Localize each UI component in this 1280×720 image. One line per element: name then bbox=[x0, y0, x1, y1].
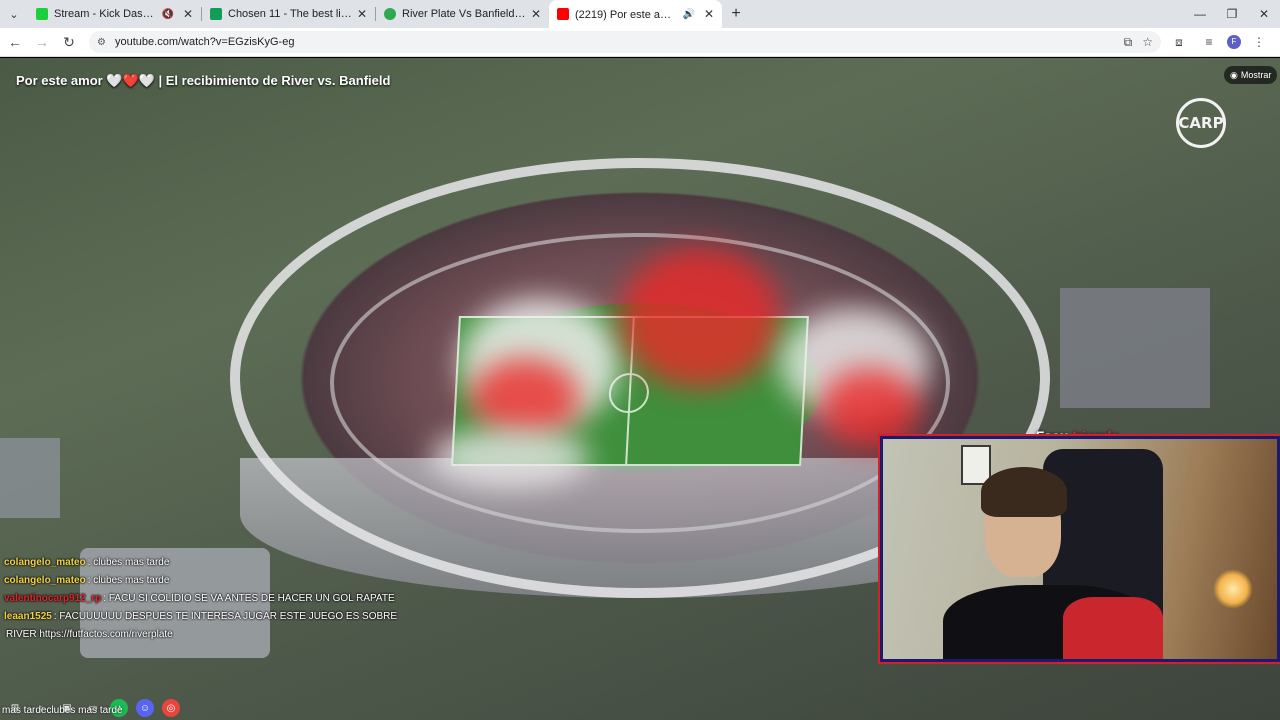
webcam-feed bbox=[878, 434, 1280, 664]
tab-chosen-11[interactable]: Chosen 11 - The best lineup builder ✕ bbox=[202, 0, 375, 28]
chat-username[interactable]: valentinocarp912_rp bbox=[4, 593, 101, 604]
address-bar[interactable]: ⚙ youtube.com/watch?v=EGzisKyG-eg ⧉ ☆ bbox=[89, 31, 1161, 53]
chat-message-text: : clubes mas tarde bbox=[87, 557, 170, 568]
bookmark-star-icon[interactable]: ☆ bbox=[1142, 35, 1153, 49]
chat-message-text: : FACUUUUUU DESPUES TE INTERESA JUGAR ES… bbox=[53, 611, 398, 622]
chat-message-text: RIVER https://futfactos.com/riverplate bbox=[6, 629, 173, 640]
tab-youtube-active[interactable]: (2219) Por este amor 🤍❤️ 🔊 ✕ bbox=[549, 0, 722, 28]
url-text[interactable]: youtube.com/watch?v=EGzisKyG-eg bbox=[115, 36, 1114, 48]
tab-search-dropdown-icon[interactable]: ⌄ bbox=[0, 0, 28, 28]
back-icon[interactable]: ← bbox=[3, 34, 27, 50]
chat-message: colangelo_mateo: clubes mas tarde bbox=[4, 572, 424, 590]
chat-message-text: : clubes mas tarde bbox=[87, 575, 170, 586]
chat-ticker-text: mas tardeclubes mas tarde bbox=[2, 705, 123, 716]
restore-icon[interactable]: ❐ bbox=[1216, 7, 1248, 21]
streamer-jersey bbox=[1063, 597, 1163, 659]
kick-favicon-icon bbox=[36, 8, 48, 20]
lamp-glow bbox=[1213, 569, 1253, 609]
chat-message: colangelo_mateo: clubes mas tarde bbox=[4, 554, 424, 572]
scene-building bbox=[0, 438, 60, 518]
taskbar: ⊞ ⌕ ▣ ▭ ♪ ☺ ◎ bbox=[0, 696, 880, 720]
tab-strip: ⌄ Stream - Kick Dashboard 🔇 ✕ Chosen 11 … bbox=[0, 0, 1280, 28]
close-tab-icon[interactable]: ✕ bbox=[704, 7, 714, 21]
chat-username[interactable]: colangelo_mateo bbox=[4, 557, 86, 568]
close-tab-icon[interactable]: ✕ bbox=[531, 7, 541, 21]
tab-title: Stream - Kick Dashboard bbox=[54, 8, 156, 20]
chosen11-favicon-icon bbox=[210, 8, 222, 20]
tab-title: (2219) Por este amor 🤍❤️ bbox=[575, 8, 678, 21]
channel-logo: CARP bbox=[1176, 98, 1226, 148]
audio-playing-icon[interactable]: 🔊 bbox=[682, 9, 694, 20]
menu-kebab-icon[interactable]: ⋮ bbox=[1247, 35, 1271, 49]
cast-icon[interactable]: ⧉ bbox=[1124, 35, 1133, 50]
streamer bbox=[943, 457, 1163, 659]
tab-kick-dashboard[interactable]: Stream - Kick Dashboard 🔇 ✕ bbox=[28, 0, 201, 28]
chat-message: RIVER https://futfactos.com/riverplate bbox=[4, 626, 424, 644]
media-controls-icon[interactable]: ≡ bbox=[1197, 35, 1221, 49]
white-smoke bbox=[430, 428, 590, 488]
mostrar-label: Mostrar bbox=[1240, 70, 1272, 80]
chat-message: valentinocarp912_rp: FACU SI COLIDIO SE … bbox=[4, 590, 424, 608]
red-smoke bbox=[620, 248, 780, 388]
scene-building bbox=[1060, 288, 1210, 408]
tab-river-banfield[interactable]: River Plate Vs Banfield - Alineaciones ✕ bbox=[376, 0, 549, 28]
reload-icon[interactable]: ↻ bbox=[57, 34, 81, 51]
red-smoke bbox=[470, 358, 580, 438]
chat-overlay: colangelo_mateo: clubes mas tarde colange… bbox=[4, 554, 424, 644]
mostrar-button[interactable]: ◉ Mostrar bbox=[1224, 66, 1278, 84]
minimize-icon[interactable]: — bbox=[1184, 7, 1216, 21]
close-window-icon[interactable]: ✕ bbox=[1248, 7, 1280, 21]
toolbar: ← → ↻ ⚙ youtube.com/watch?v=EGzisKyG-eg … bbox=[0, 28, 1280, 57]
chat-message-text: : FACU SI COLIDIO SE VA ANTES DE HACER U… bbox=[103, 593, 395, 604]
discord-icon[interactable]: ☺ bbox=[136, 699, 154, 717]
chat-username[interactable]: colangelo_mateo bbox=[4, 575, 86, 586]
chrome-icon[interactable]: ◎ bbox=[162, 699, 180, 717]
tab-title: River Plate Vs Banfield - Alineaciones bbox=[402, 8, 527, 20]
profile-avatar[interactable]: F bbox=[1227, 35, 1241, 49]
close-tab-icon[interactable]: ✕ bbox=[357, 7, 367, 21]
eye-icon: ◉ bbox=[1230, 69, 1238, 80]
streamer-hair bbox=[981, 467, 1067, 517]
chat-message: leaan1525: FACUUUUUU DESPUES TE INTERESA… bbox=[4, 608, 424, 626]
muted-speaker-icon[interactable]: 🔇 bbox=[161, 9, 173, 20]
site-info-icon[interactable]: ⚙ bbox=[97, 37, 109, 48]
youtube-favicon-icon bbox=[557, 8, 569, 20]
window-controls: — ❐ ✕ bbox=[1184, 7, 1280, 21]
close-tab-icon[interactable]: ✕ bbox=[183, 7, 193, 21]
video-title: Por este amor 🤍❤️🤍 | El recibimiento de … bbox=[16, 73, 391, 88]
alineaciones-favicon-icon bbox=[384, 8, 396, 20]
tab-title: Chosen 11 - The best lineup builder bbox=[228, 8, 353, 20]
extensions-icon[interactable]: ⧈ bbox=[1167, 35, 1191, 50]
new-tab-button[interactable]: + bbox=[722, 5, 750, 23]
chat-username[interactable]: leaan1525 bbox=[4, 611, 52, 622]
forward-icon[interactable]: → bbox=[30, 34, 54, 50]
